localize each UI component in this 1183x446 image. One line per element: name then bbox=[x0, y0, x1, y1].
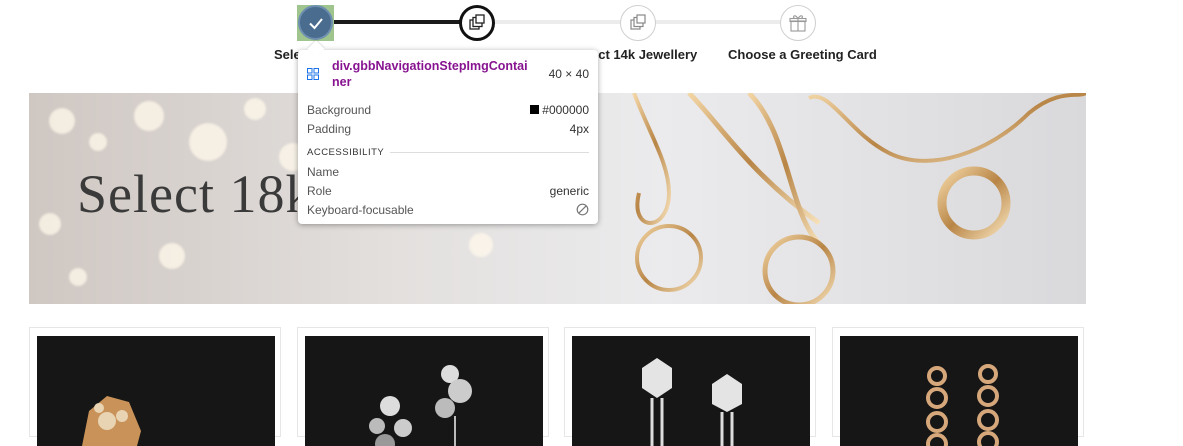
property-key: Keyboard-focusable bbox=[307, 202, 414, 217]
product-card[interactable] bbox=[832, 327, 1084, 446]
step-4-button[interactable] bbox=[780, 5, 816, 41]
property-value: 4px bbox=[569, 121, 589, 136]
accessibility-heading: ACCESSIBILITY bbox=[307, 147, 589, 158]
progress-line-complete bbox=[333, 20, 460, 24]
accessibility-row-role: Role generic bbox=[307, 181, 589, 200]
not-allowed-icon bbox=[576, 203, 589, 216]
property-row-padding: Padding 4px bbox=[307, 119, 589, 138]
grid-layout-icon bbox=[307, 68, 319, 80]
product-card[interactable] bbox=[564, 327, 816, 446]
gift-icon bbox=[789, 15, 807, 32]
step-1-label: Sele bbox=[274, 47, 301, 62]
property-row-background: Background #000000 bbox=[307, 100, 589, 119]
property-key: Padding bbox=[307, 121, 352, 136]
property-value: generic bbox=[549, 183, 589, 198]
step-3-button[interactable] bbox=[620, 5, 656, 41]
step-2-button[interactable] bbox=[459, 5, 495, 41]
step-3-label: ect 14k Jewellery bbox=[591, 47, 698, 62]
element-dimensions: 40 × 40 bbox=[548, 67, 589, 81]
property-key: Name bbox=[307, 164, 340, 179]
accessibility-row-name: Name bbox=[307, 162, 589, 181]
step-4-label: Choose a Greeting Card bbox=[728, 47, 877, 62]
property-value: #000000 bbox=[542, 102, 589, 117]
stacked-squares-icon bbox=[630, 14, 646, 30]
color-swatch bbox=[530, 105, 540, 114]
property-key: Role bbox=[307, 183, 332, 198]
inspector-tooltip: div.gbbNavigationStepImgContainer 40 × 4… bbox=[298, 40, 598, 224]
product-card[interactable] bbox=[29, 327, 281, 446]
accessibility-row-focusable: Keyboard-focusable bbox=[307, 200, 589, 219]
property-key: Background bbox=[307, 102, 372, 117]
stacked-squares-icon bbox=[469, 14, 485, 30]
tooltip-arrow bbox=[307, 40, 325, 58]
step-1-button[interactable] bbox=[298, 5, 333, 40]
element-selector: div.gbbNavigationStepImgContainer bbox=[332, 59, 528, 89]
product-card[interactable] bbox=[297, 327, 549, 446]
checkmark-icon bbox=[308, 17, 323, 29]
